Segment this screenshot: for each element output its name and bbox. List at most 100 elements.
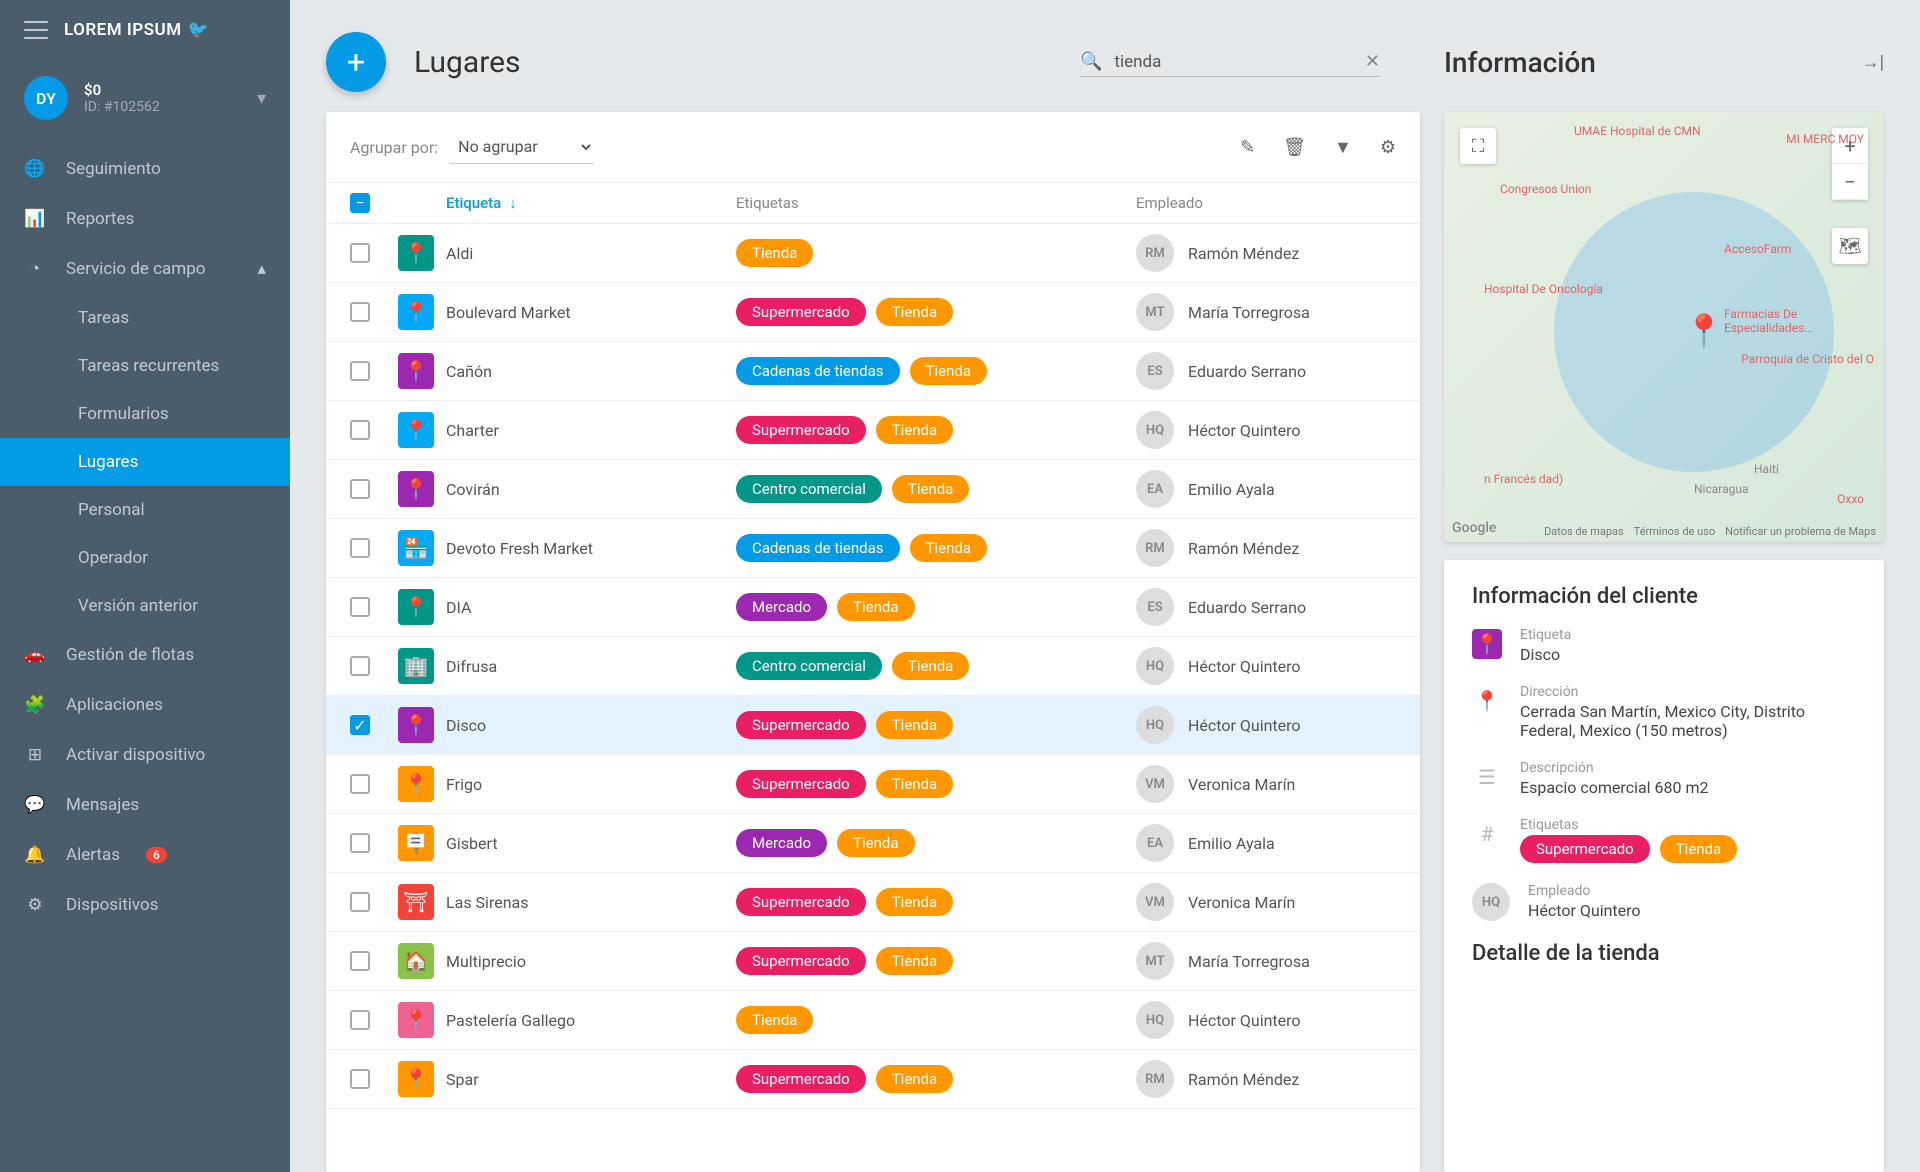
- sidebar-item-activar[interactable]: ⊞Activar dispositivo: [0, 730, 290, 780]
- column-header-empleado[interactable]: Empleado: [1136, 194, 1396, 212]
- table-row[interactable]: 📍 DIA MercadoTienda ESEduardo Serrano: [326, 578, 1420, 637]
- row-checkbox[interactable]: [350, 302, 370, 322]
- place-label: Charter: [446, 421, 736, 440]
- row-checkbox[interactable]: ✓: [350, 715, 370, 735]
- map-report[interactable]: Notificar un problema de Maps: [1725, 525, 1876, 538]
- sidebar-item-tareas[interactable]: Tareas: [0, 294, 290, 342]
- sidebar-item-formularios[interactable]: Formularios: [0, 390, 290, 438]
- sort-down-icon: ↓: [509, 194, 517, 212]
- table-row[interactable]: 📍 Cañón Cadenas de tiendasTienda ESEduar…: [326, 342, 1420, 401]
- employee-avatar: HQ: [1136, 706, 1174, 744]
- row-checkbox[interactable]: [350, 1069, 370, 1089]
- field-value-direccion: Cerrada San Martín, Mexico City, Distrit…: [1520, 702, 1856, 740]
- tag-chip: Supermercado: [736, 888, 866, 916]
- place-label: Cañón: [446, 362, 736, 381]
- sidebar-item-seguimiento[interactable]: 🌐Seguimiento: [0, 144, 290, 194]
- place-type-icon: 📍: [398, 1002, 434, 1038]
- chevron-down-icon[interactable]: ▾: [257, 88, 266, 109]
- row-checkbox[interactable]: [350, 892, 370, 912]
- tag-chip: Tienda: [910, 357, 987, 385]
- column-header-etiquetas[interactable]: Etiquetas: [736, 194, 1136, 212]
- employee-avatar: RM: [1136, 529, 1174, 567]
- place-label: DIA: [446, 598, 736, 617]
- map-zoom-in-button[interactable]: +: [1832, 128, 1868, 164]
- row-checkbox[interactable]: [350, 774, 370, 794]
- row-checkbox[interactable]: [350, 538, 370, 558]
- sidebar-item-lugares[interactable]: Lugares: [0, 438, 290, 486]
- collapse-panel-icon[interactable]: →|: [1862, 52, 1884, 73]
- delete-icon[interactable]: 🗑: [1283, 137, 1306, 158]
- row-checkbox[interactable]: [350, 361, 370, 381]
- field-value-empleado: Héctor Quintero: [1528, 901, 1856, 920]
- user-account-row[interactable]: DY $0 ID: #102562 ▾: [0, 60, 290, 136]
- employee-name: Héctor Quintero: [1188, 421, 1301, 440]
- settings-icon[interactable]: ⚙: [1380, 137, 1396, 158]
- table-row[interactable]: 📍 Frigo SupermercadoTienda VMVeronica Ma…: [326, 755, 1420, 814]
- table-row[interactable]: 📍 Boulevard Market SupermercadoTienda MT…: [326, 283, 1420, 342]
- place-label: Gisbert: [446, 834, 736, 853]
- row-checkbox[interactable]: [350, 420, 370, 440]
- row-checkbox[interactable]: [350, 597, 370, 617]
- table-row[interactable]: 📍 Charter SupermercadoTienda HQHéctor Qu…: [326, 401, 1420, 460]
- sidebar-item-version[interactable]: Versión anterior: [0, 582, 290, 630]
- place-label: Boulevard Market: [446, 303, 736, 322]
- table-row[interactable]: 🏠 Multiprecio SupermercadoTienda MTMaría…: [326, 932, 1420, 991]
- sidebar-item-servicio[interactable]: ◔Servicio de campo▴: [0, 244, 290, 294]
- place-type-icon: 📍: [398, 707, 434, 743]
- search-input[interactable]: [1114, 52, 1352, 72]
- info-panel-title: Información: [1444, 46, 1596, 79]
- hamburger-menu-icon[interactable]: [24, 21, 48, 39]
- map-zoom-out-button[interactable]: −: [1832, 164, 1868, 200]
- table-row[interactable]: 🪧 Gisbert MercadoTienda EAEmilio Ayala: [326, 814, 1420, 873]
- sidebar-item-alertas[interactable]: 🔔Alertas6: [0, 830, 290, 880]
- row-checkbox[interactable]: [350, 243, 370, 263]
- user-avatar: DY: [24, 76, 68, 120]
- row-checkbox[interactable]: [350, 951, 370, 971]
- select-all-checkbox[interactable]: −: [350, 193, 370, 213]
- search-field[interactable]: 🔍 ✕: [1080, 47, 1380, 77]
- place-type-icon: 🪧: [398, 825, 434, 861]
- sidebar-item-personal[interactable]: Personal: [0, 486, 290, 534]
- table-row[interactable]: 🏪 Devoto Fresh Market Cadenas de tiendas…: [326, 519, 1420, 578]
- clear-search-icon[interactable]: ✕: [1365, 51, 1380, 72]
- gear-icon: ⚙: [24, 894, 46, 916]
- field-label-descripcion: Descripción: [1520, 760, 1856, 776]
- map-fullscreen-button[interactable]: ⛶: [1460, 128, 1496, 164]
- group-by-select[interactable]: No agrupar: [450, 130, 594, 164]
- row-checkbox[interactable]: [350, 656, 370, 676]
- sidebar-item-tareas-recurrentes[interactable]: Tareas recurrentes: [0, 342, 290, 390]
- table-row[interactable]: 📍 Covirán Centro comercialTienda EAEmili…: [326, 460, 1420, 519]
- row-checkbox[interactable]: [350, 479, 370, 499]
- sidebar-item-mensajes[interactable]: 💬Mensajes: [0, 780, 290, 830]
- map[interactable]: 📍 ⛶ + − 🗺 UMAE Hospital de CMN MI MERC M…: [1444, 112, 1884, 542]
- sidebar-item-operador[interactable]: Operador: [0, 534, 290, 582]
- employee-name: Héctor Quintero: [1188, 716, 1301, 735]
- table-row[interactable]: 📍 Spar SupermercadoTienda RMRamón Méndez: [326, 1050, 1420, 1109]
- employee-name: Eduardo Serrano: [1188, 362, 1306, 381]
- edit-icon[interactable]: ✎: [1240, 137, 1255, 158]
- client-info-card: Información del cliente 📍 Etiqueta Disco…: [1444, 560, 1884, 1172]
- sidebar-item-aplicaciones[interactable]: 🧩Aplicaciones: [0, 680, 290, 730]
- place-type-icon: 📍: [398, 1061, 434, 1097]
- sidebar-item-reportes[interactable]: 📊Reportes: [0, 194, 290, 244]
- table-row[interactable]: 📍 Aldi Tienda RMRamón Méndez: [326, 224, 1420, 283]
- row-checkbox[interactable]: [350, 833, 370, 853]
- add-place-button[interactable]: +: [326, 32, 386, 92]
- table-row[interactable]: ⛩ Las Sirenas SupermercadoTienda VMVeron…: [326, 873, 1420, 932]
- sidebar-item-flotas[interactable]: 🚗Gestión de flotas: [0, 630, 290, 680]
- employee-name: Eduardo Serrano: [1188, 598, 1306, 617]
- tag-chip: Supermercado: [736, 770, 866, 798]
- map-terms[interactable]: Términos de uso: [1634, 525, 1715, 538]
- place-label: Las Sirenas: [446, 893, 736, 912]
- filter-icon[interactable]: ▼: [1334, 137, 1352, 158]
- map-attribution[interactable]: Datos de mapas: [1544, 525, 1624, 538]
- table-row[interactable]: 🏢 Difrusa Centro comercialTienda HQHécto…: [326, 637, 1420, 696]
- map-layers-button[interactable]: 🗺: [1832, 228, 1868, 264]
- row-checkbox[interactable]: [350, 1010, 370, 1030]
- sidebar-item-dispositivos[interactable]: ⚙Dispositivos: [0, 880, 290, 930]
- table-row[interactable]: 📍 Pastelería Gallego Tienda HQHéctor Qui…: [326, 991, 1420, 1050]
- table-row[interactable]: ✓ 📍 Disco SupermercadoTienda HQHéctor Qu…: [326, 696, 1420, 755]
- column-header-etiqueta[interactable]: Etiqueta↓: [446, 194, 736, 212]
- group-by-label: Agrupar por:: [350, 138, 438, 157]
- field-label-etiqueta: Etiqueta: [1520, 627, 1856, 643]
